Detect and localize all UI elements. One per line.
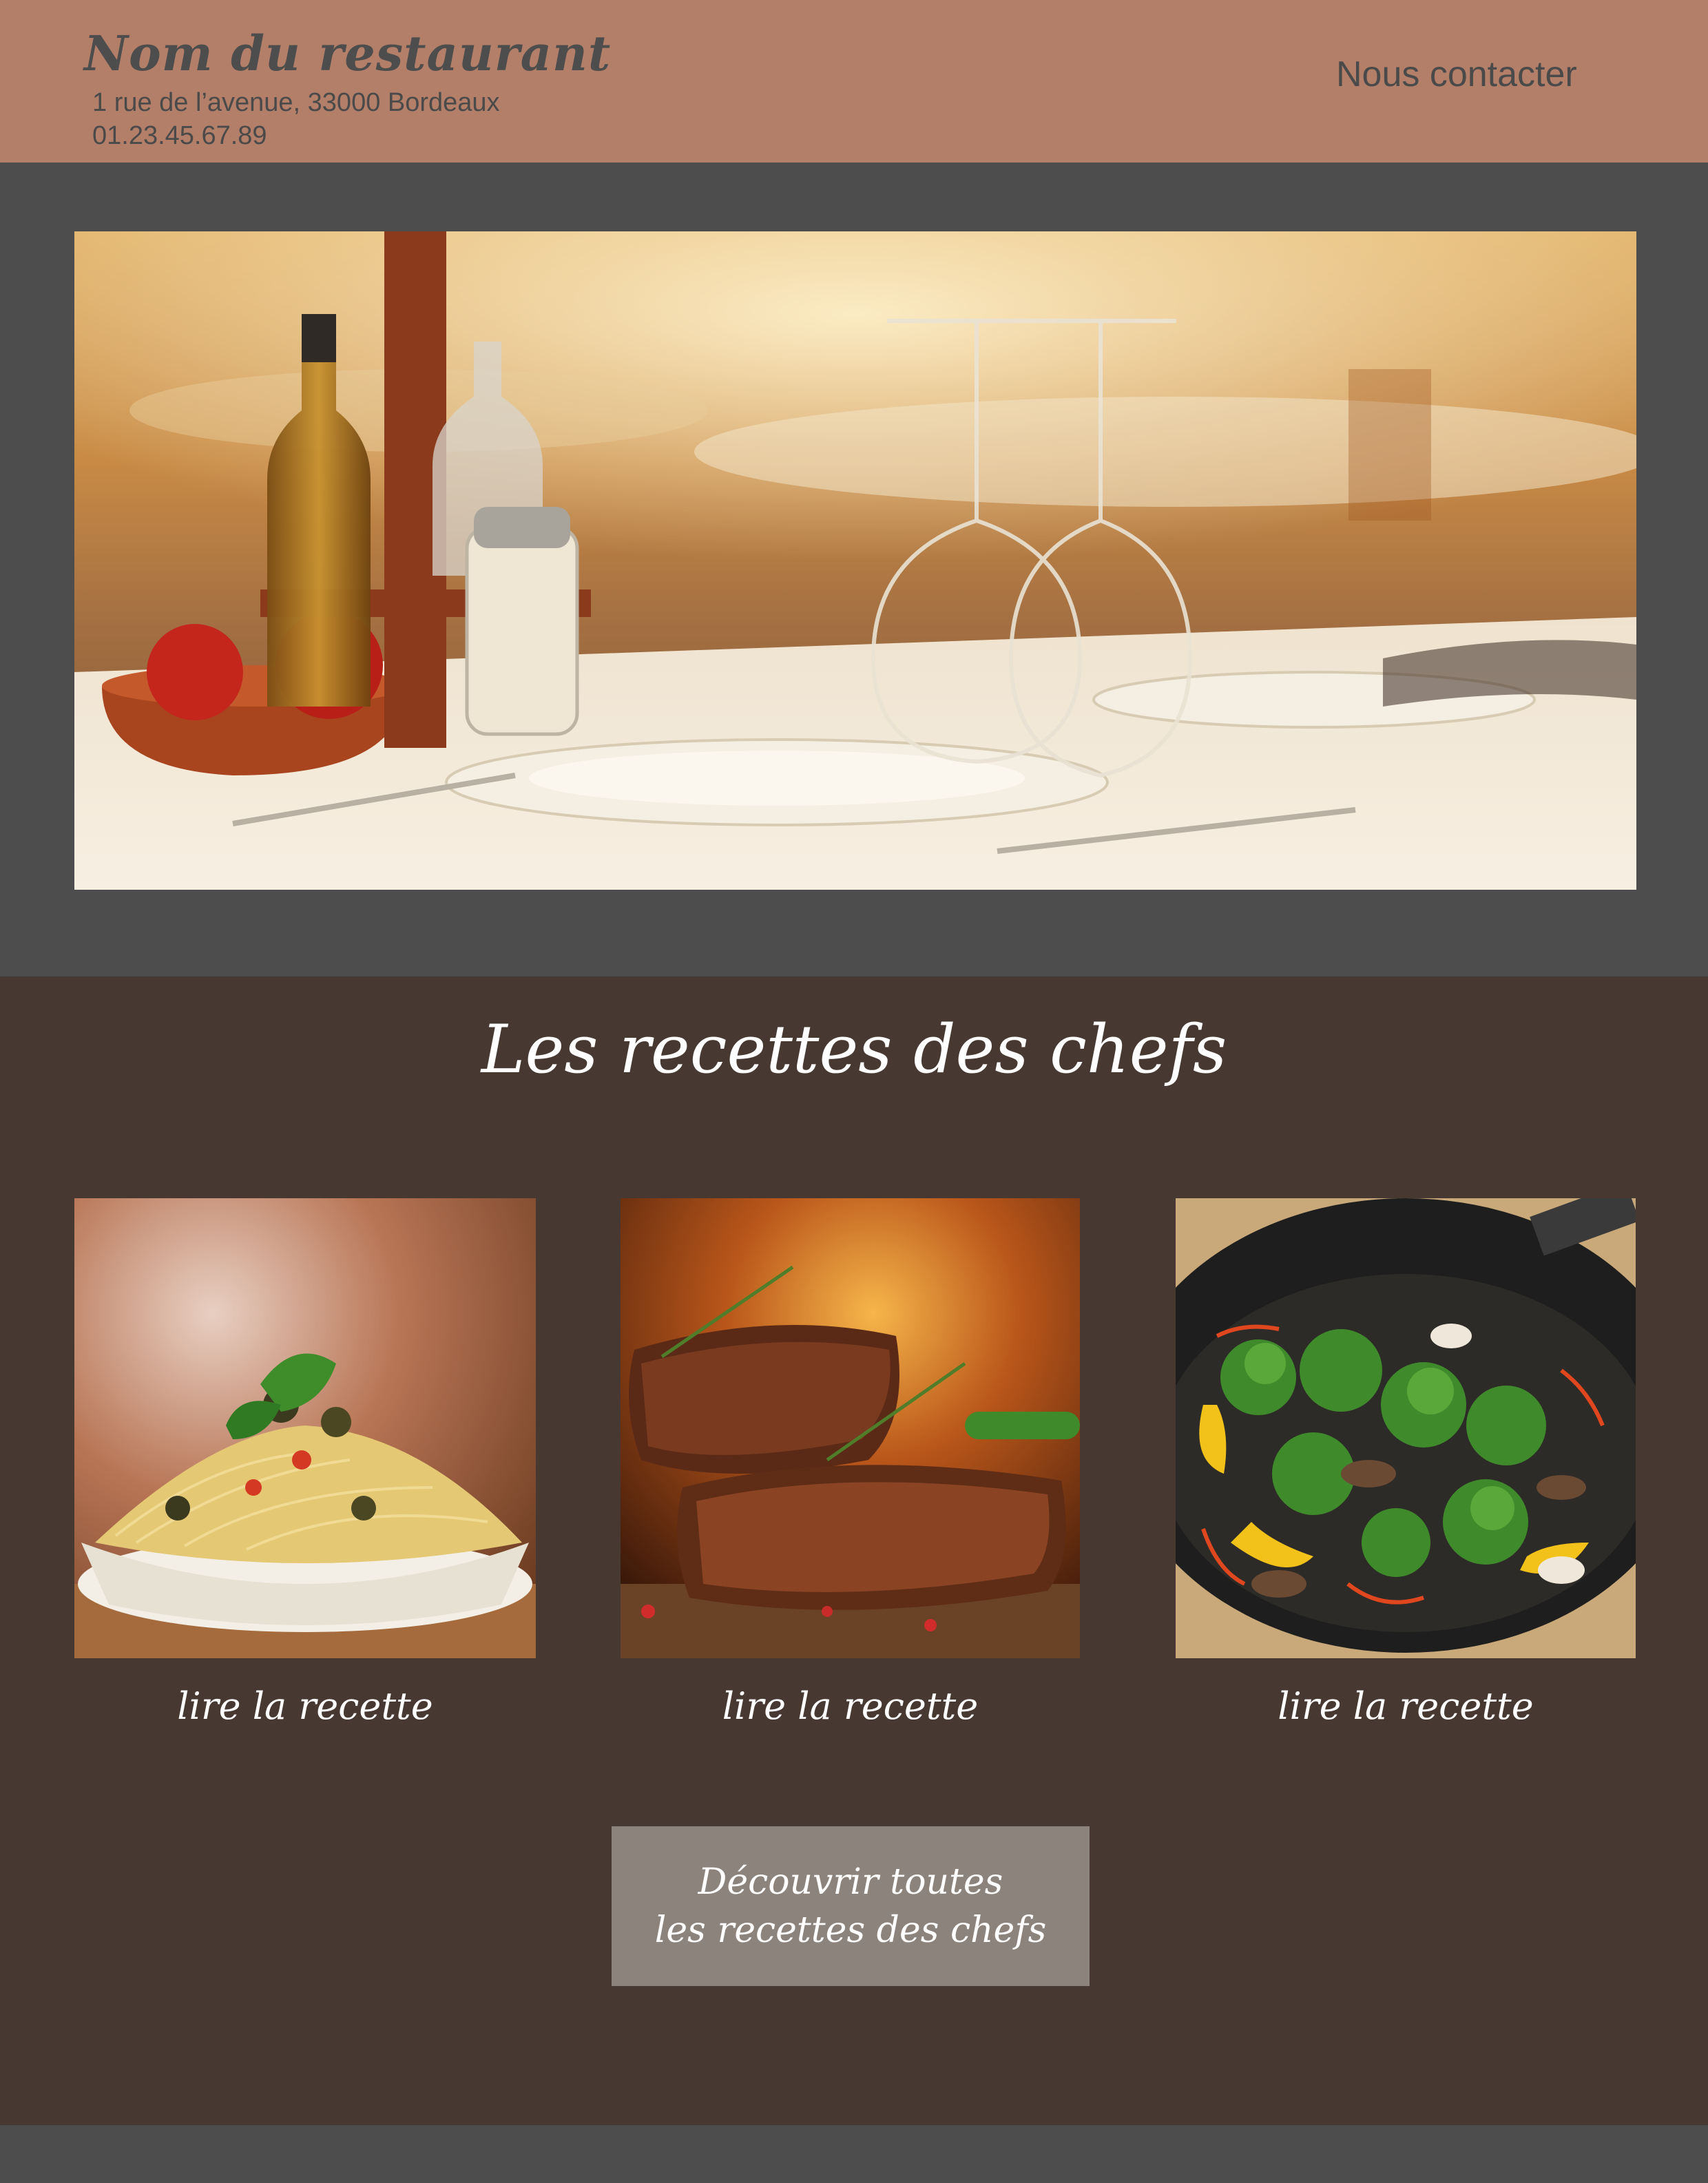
discover-all-recipes-button[interactable]: Découvrir toutes les recettes des chefs [612,1826,1090,1986]
recipe-card-pasta: lire la recette [74,1198,536,1728]
restaurant-table-illustration [74,231,1636,890]
site-header: Nom du restaurant 1 rue de l’avenue, 330… [0,0,1708,163]
restaurant-name[interactable]: Nom du restaurant [84,25,611,82]
grilled-steak-illustration [621,1198,1080,1658]
footer [0,2125,1708,2183]
recipe-link-pasta[interactable]: lire la recette [74,1684,536,1728]
restaurant-address: 1 rue de l’avenue, 33000 Bordeaux [92,88,500,117]
spaghetti-plate-illustration [74,1198,536,1658]
recipe-image-steak[interactable] [621,1198,1080,1658]
recipe-link-steak[interactable]: lire la recette [621,1684,1080,1728]
recipe-link-wok[interactable]: lire la recette [1176,1684,1636,1728]
recipe-image-pasta[interactable] [74,1198,536,1658]
contact-link[interactable]: Nous contacter [1336,54,1577,95]
vegetable-wok-illustration [1176,1198,1636,1658]
hero-section [0,163,1708,976]
recipe-card-steak: lire la recette [621,1198,1080,1728]
section-title: Les recettes des chefs [481,1011,1227,1088]
discover-button-line1: Découvrir toutes [698,1861,1003,1903]
hero-image [74,231,1636,890]
recipe-card-wok: lire la recette [1176,1198,1636,1728]
restaurant-phone: 01.23.45.67.89 [92,121,267,150]
recipe-image-wok[interactable] [1176,1198,1636,1658]
discover-button-line2: les recettes des chefs [654,1910,1047,1951]
